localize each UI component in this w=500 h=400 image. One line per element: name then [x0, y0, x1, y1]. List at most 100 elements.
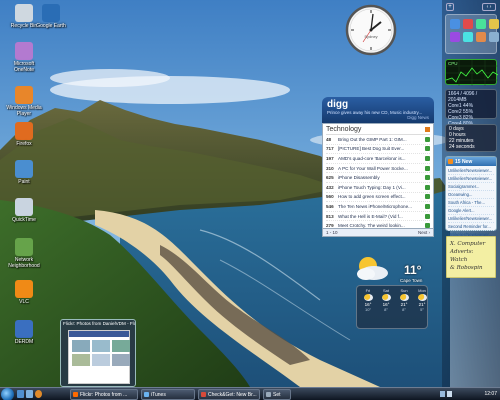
app-icon — [15, 122, 33, 140]
start-button[interactable] — [1, 388, 14, 400]
news-item[interactable]: Second Reminder for... — [448, 223, 494, 231]
digg-go-icon[interactable] — [425, 146, 430, 152]
desktop-icon[interactable]: Windows Media Player — [4, 86, 44, 117]
system-stat-line: 1664 / 4096 / 2014MB — [448, 91, 478, 103]
news-item[interactable]: Oceanwing... — [448, 191, 494, 199]
digg-go-icon[interactable] — [425, 203, 430, 209]
taskbar-clock[interactable]: 12:07 — [484, 388, 497, 400]
sidebar-add-gadget-button[interactable]: + — [446, 3, 454, 11]
digg-count: 432 — [326, 184, 334, 190]
app-icon — [15, 198, 33, 216]
sun-cloud-icon — [363, 294, 373, 301]
window-app-icon — [266, 392, 271, 397]
window-app-icon — [144, 392, 149, 397]
app-icon — [15, 320, 33, 338]
desktop-icon[interactable]: Google Earth — [31, 4, 71, 29]
launcher-app-icon[interactable] — [476, 19, 486, 29]
taskbar-window-button[interactable]: Check&Get: New Br... — [198, 389, 260, 400]
digg-go-icon[interactable] — [425, 136, 430, 142]
sun-cloud-icon — [399, 294, 409, 301]
news-item[interactable]: South Africa - The... — [448, 199, 494, 207]
news-item[interactable]: Unlikelier/Newsviewer... — [448, 175, 494, 183]
taskbar-window-button[interactable]: Flickr: Photos from ... — [70, 389, 138, 400]
news-item[interactable]: Socialgrammer... — [448, 183, 494, 191]
digg-go-icon[interactable] — [425, 223, 430, 229]
digg-go-icon[interactable] — [425, 184, 430, 190]
digg-logo: digg — [327, 99, 349, 110]
taskbar-window-button[interactable]: Set — [263, 389, 291, 400]
digg-go-icon[interactable] — [425, 213, 430, 219]
desktop-icon-label: Microsoft OneNote — [13, 61, 35, 73]
launcher-gadget[interactable] — [445, 14, 499, 54]
digg-story-title[interactable]: Meet Crotchy. The weird lookin... — [338, 223, 423, 228]
sun-cloud-icon — [417, 294, 427, 301]
digg-gadget[interactable]: digg Prince gives away his new CD, Music… — [322, 97, 434, 243]
rss-icon — [425, 127, 430, 132]
browser-launch-icon[interactable] — [35, 390, 42, 398]
digg-story-title[interactable]: What the Hell is E-Mail? (Vid f... — [338, 214, 423, 219]
taskbar-thumbnail-preview[interactable]: Flickr: Photos from DanielVDM - Flock — [60, 319, 136, 387]
digg-subtitle: Digg News — [407, 115, 429, 120]
taskbar-window-button[interactable]: iTunes — [141, 389, 195, 400]
desktop-icon[interactable]: Network Neighborhood — [4, 238, 44, 269]
forecast-day-name: Fri — [365, 288, 371, 293]
news-feed-gadget[interactable]: 15 New Unlikelier/Newsviewer... Unlikelie… — [445, 156, 497, 239]
launcher-app-icon[interactable] — [463, 19, 473, 29]
digg-story-row[interactable]: 197 AMD's quad-core 'Barcelona' is... — [326, 154, 430, 164]
digg-category[interactable]: Technology — [326, 125, 430, 135]
launcher-app-icon[interactable] — [450, 19, 460, 29]
sidebar-nav-button[interactable]: ‹ › — [482, 3, 496, 11]
digg-story-row[interactable]: 432 iPhone Touch Typing: Day 1 (Vi... — [326, 183, 430, 193]
desktop-icon[interactable]: VLC — [4, 280, 44, 305]
launcher-app-icon[interactable] — [489, 19, 499, 29]
news-item[interactable]: Unlikelier/Newsviewer... — [448, 215, 494, 223]
digg-story-row[interactable]: 813 What the Hell is E-Mail? (Vid f... — [326, 212, 430, 222]
desktop-icon[interactable]: Firefox — [4, 122, 44, 147]
digg-story-title[interactable]: iPhone Touch Typing: Day 1 (Vi... — [338, 185, 423, 190]
taskbar: Flickr: Photos from ... iTunes Check&Get: … — [0, 387, 500, 400]
volume-icon[interactable] — [447, 391, 452, 397]
digg-story-title[interactable]: iPhone Disassembly — [338, 175, 423, 180]
launcher-app-icon[interactable] — [463, 32, 473, 42]
countdown-line: 24 seconds — [449, 144, 475, 150]
digg-story-row[interactable]: 717 [PICTURE] Best Dog Suit Ever... — [326, 145, 430, 155]
digg-count: 813 — [326, 213, 334, 219]
digg-story-row[interactable]: 310 A PC for Your Wall Power Socke... — [326, 164, 430, 174]
clock-gadget[interactable]: Sydney — [345, 4, 397, 56]
desktop-icon[interactable]: QuickTime — [4, 198, 44, 223]
cpu-meter-gadget: CPU — [445, 59, 499, 86]
news-item[interactable]: Unlikelier/Newsviewer... — [448, 167, 494, 175]
digg-go-icon[interactable] — [425, 155, 430, 161]
digg-story-title[interactable]: The Ten News iPhone/Microphone... — [338, 204, 423, 209]
digg-go-icon[interactable] — [425, 175, 430, 181]
digg-story-row[interactable]: 48 Bring Out the GIMP Part 1: GIM... — [326, 135, 430, 145]
digg-story-row[interactable]: 625 iPhone Disassembly — [326, 173, 430, 183]
digg-story-title[interactable]: AMD's quad-core 'Barcelona' is... — [338, 156, 423, 161]
digg-story-title[interactable]: [PICTURE] Best Dog Suit Ever... — [338, 146, 423, 151]
digg-next-link[interactable]: Next › — [418, 229, 430, 236]
launcher-app-icon[interactable] — [450, 32, 460, 42]
digg-story-title[interactable]: Bring Out the GIMP Part 1: GIM... — [338, 137, 423, 142]
switch-windows-icon[interactable] — [26, 390, 33, 398]
network-icon[interactable] — [440, 391, 445, 397]
taskbar-button-label: Check&Get: New Br... — [208, 392, 257, 398]
forecast-low: 5° — [420, 307, 424, 312]
desktop-icon-label: Google Earth — [36, 23, 66, 29]
desktop-icon[interactable]: DERDM — [4, 320, 44, 345]
digg-story-row[interactable]: 546 The Ten News iPhone/Microphone... — [326, 202, 430, 212]
digg-story-row[interactable]: 560 How to add green screen effect... — [326, 193, 430, 203]
show-desktop-icon[interactable] — [17, 390, 24, 398]
launcher-app-icon[interactable] — [489, 32, 499, 42]
digg-go-icon[interactable] — [425, 194, 430, 200]
sticky-note-gadget[interactable]: X. Computer Adverts: Watch & Robospin — [446, 236, 496, 278]
digg-count: 625 — [326, 175, 334, 181]
weather-gadget[interactable]: 11° Cape Town Fri 16° 10° Sat 16° 8° Sun 21° 8° M… — [352, 253, 432, 331]
desktop-icon[interactable]: Paint — [4, 160, 44, 185]
launcher-app-icon[interactable] — [476, 32, 486, 42]
news-item[interactable]: Google Alert... — [448, 207, 494, 215]
digg-go-icon[interactable] — [425, 165, 430, 171]
countdown-gadget: 0 days 0 hours 22 minutes 24 seconds — [445, 124, 497, 152]
digg-story-title[interactable]: How to add green screen effect... — [338, 194, 423, 199]
digg-story-title[interactable]: A PC for Your Wall Power Socke... — [338, 166, 423, 171]
desktop-icon[interactable]: Microsoft OneNote — [4, 42, 44, 73]
